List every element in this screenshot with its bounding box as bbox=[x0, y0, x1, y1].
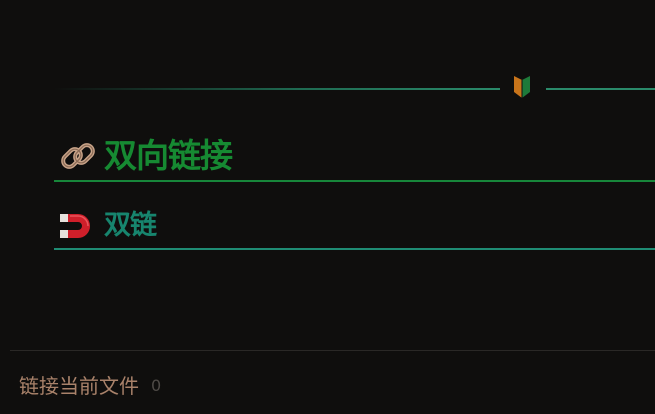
heading-bidirectional-links: 双向链接 bbox=[54, 132, 655, 182]
backlinks-count: 0 bbox=[151, 376, 162, 395]
beginner-mark-icon bbox=[514, 76, 530, 98]
heading-text: 双向链接 bbox=[104, 136, 233, 175]
divider-line-right bbox=[546, 88, 655, 90]
divider-line-left bbox=[54, 88, 500, 90]
footer-divider bbox=[10, 350, 655, 351]
link-icon bbox=[61, 143, 95, 169]
editor-page: 双向链接 双链 链接当前文件 0 bbox=[0, 0, 655, 414]
section-divider bbox=[54, 75, 655, 103]
heading-double-link: 双链 bbox=[54, 204, 655, 250]
backlinks-footer[interactable]: 链接当前文件 0 bbox=[19, 370, 161, 402]
backlinks-label[interactable]: 链接当前文件 bbox=[19, 371, 139, 401]
magnet-icon bbox=[60, 214, 90, 238]
heading-text: 双链 bbox=[104, 210, 157, 241]
